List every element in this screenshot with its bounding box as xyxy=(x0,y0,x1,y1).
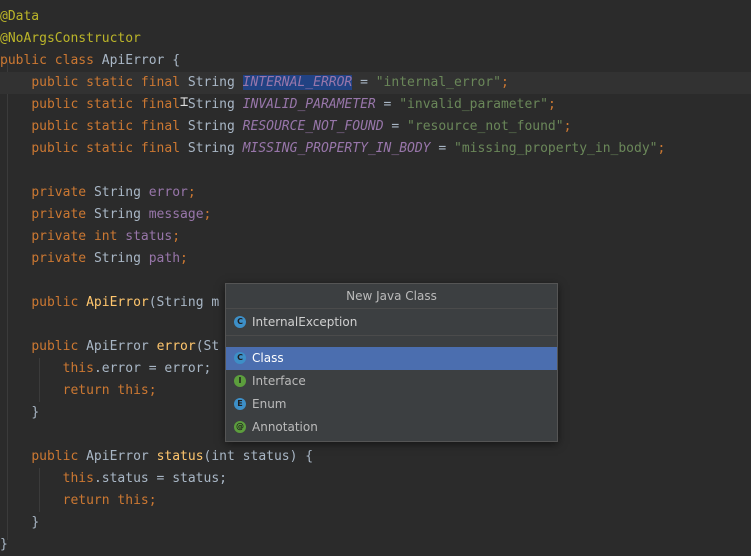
kind-item-label: Interface xyxy=(252,374,306,388)
code-line: return this; xyxy=(62,383,157,398)
code-line: } xyxy=(0,537,8,552)
code-line: public static final String MISSING_PROPE… xyxy=(31,141,666,156)
code-editor[interactable]: @Data @NoArgsConstructor public class Ap… xyxy=(0,0,751,556)
code-line: } xyxy=(31,515,40,530)
code-line: @NoArgsConstructor xyxy=(0,31,141,46)
kind-item-label: Annotation xyxy=(252,420,318,434)
code-line: private String message; xyxy=(31,207,212,222)
class-name-field[interactable]: C xyxy=(226,309,557,336)
code-line: private int status; xyxy=(31,229,181,244)
kind-item-class[interactable]: C Class xyxy=(226,347,557,370)
code-line: private String error; xyxy=(31,185,196,200)
code-line-current: public static final String INTERNAL_ERRO… xyxy=(0,72,751,94)
kind-list: C Class I Interface E Enum @ Annotation xyxy=(226,347,557,439)
code-line: } xyxy=(31,405,40,420)
ibeam-cursor-icon: ⌶ xyxy=(180,94,189,110)
code-line: private String path; xyxy=(31,251,188,266)
kind-item-label: Enum xyxy=(252,397,287,411)
code-line: public ApiError(String m xyxy=(31,295,220,310)
class-icon: C xyxy=(234,316,246,328)
kind-item-enum[interactable]: E Enum xyxy=(226,393,557,416)
new-java-class-popup: New Java Class C C Class I Interface E E… xyxy=(225,283,558,442)
annotation-icon: @ xyxy=(234,421,246,433)
kind-item-annotation[interactable]: @ Annotation xyxy=(226,416,557,439)
code-line: public static final String INVALID_PARAM… xyxy=(31,97,556,112)
class-name-input[interactable] xyxy=(252,313,542,331)
class-icon: C xyxy=(234,352,246,364)
enum-icon: E xyxy=(234,398,246,410)
popup-title: New Java Class xyxy=(226,284,557,309)
code-line: @Data xyxy=(0,9,40,24)
code-line: public ApiError error(St xyxy=(31,339,220,354)
kind-item-label: Class xyxy=(252,351,284,365)
interface-icon: I xyxy=(234,375,246,387)
kind-item-interface[interactable]: I Interface xyxy=(226,370,557,393)
code-line: public class ApiError { xyxy=(0,53,181,68)
code-line: public ApiError status(int status) { xyxy=(31,449,314,464)
code-line: this.error = error; xyxy=(62,361,212,376)
code-line: this.status = status; xyxy=(62,471,227,486)
code-line: public static final String RESOURCE_NOT_… xyxy=(31,119,572,134)
code-line: return this; xyxy=(62,493,157,508)
